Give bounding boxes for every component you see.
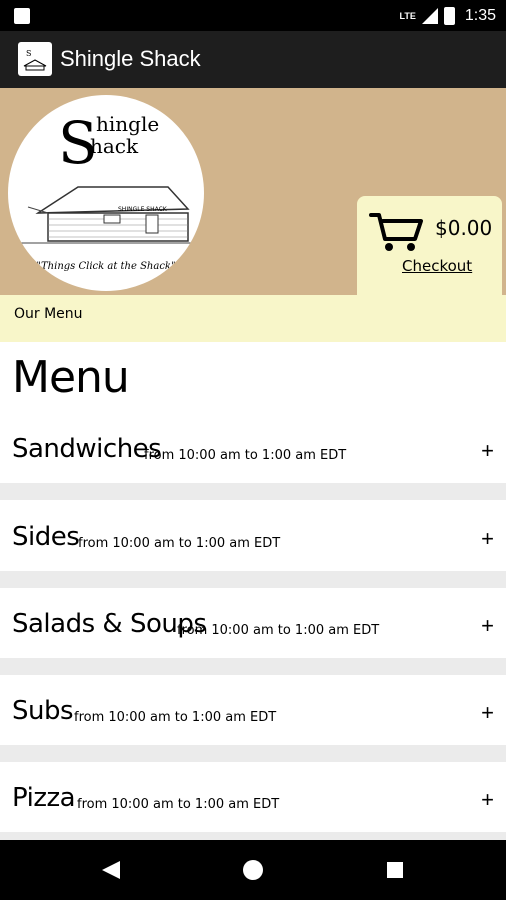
menu-section-subs[interactable]: Subs from 10:00 am to 1:00 am EDT + (0, 675, 506, 745)
svg-text:S: S (26, 49, 31, 58)
clock: 1:35 (464, 7, 496, 24)
section-hours: from 10:00 am to 1:00 am EDT (78, 536, 281, 551)
checkout-link[interactable]: Checkout (402, 257, 472, 275)
system-nav-bar (0, 840, 506, 900)
section-name: Sandwiches (12, 434, 162, 464)
section-hours: from 10:00 am to 1:00 am EDT (177, 623, 380, 638)
sim-card-icon (14, 8, 30, 24)
section-name: Sides (12, 522, 80, 552)
svg-text:"Things Click at the Shack": "Things Click at the Shack" (36, 261, 175, 272)
menu-section-sides[interactable]: Sides from 10:00 am to 1:00 am EDT + (0, 500, 506, 571)
page-title: Menu (12, 352, 130, 403)
network-type: LTE (399, 11, 416, 21)
section-hours: from 10:00 am to 1:00 am EDT (144, 448, 347, 463)
back-triangle-icon[interactable] (100, 859, 122, 881)
section-hours: from 10:00 am to 1:00 am EDT (77, 797, 280, 812)
section-name: Subs (12, 696, 74, 726)
app-logo-icon: S (18, 42, 52, 76)
svg-text:hack: hack (90, 134, 139, 158)
expand-icon[interactable]: + (481, 700, 494, 726)
breadcrumb[interactable]: Our Menu (14, 306, 83, 322)
expand-icon[interactable]: + (481, 526, 494, 552)
expand-icon[interactable]: + (481, 787, 494, 813)
battery-icon (443, 7, 455, 25)
expand-icon[interactable]: + (481, 438, 494, 464)
signal-icon (421, 8, 438, 24)
status-right: LTE 1:35 (400, 5, 496, 27)
expand-icon[interactable]: + (481, 613, 494, 639)
home-circle-icon[interactable] (242, 859, 264, 881)
menu-section-sandwiches[interactable]: Sandwiches from 10:00 am to 1:00 am EDT … (0, 420, 506, 483)
recents-square-icon[interactable] (386, 861, 404, 879)
menu-section-pizza[interactable]: Pizza from 10:00 am to 1:00 am EDT + (0, 762, 506, 832)
status-bar: LTE 1:35 (0, 0, 506, 31)
menu-section-salads-soups[interactable]: Salads & Soups from 10:00 am to 1:00 am … (0, 588, 506, 658)
shopping-cart-icon[interactable] (369, 209, 425, 255)
svg-text:hingle: hingle (96, 112, 159, 136)
app-title: Shingle Shack (60, 46, 201, 71)
svg-text:SHINGLE SHACK: SHINGLE SHACK (118, 206, 168, 213)
section-name: Pizza (12, 783, 76, 813)
app-bar: S Shingle Shack (0, 31, 506, 88)
cart-total: $0.00 (435, 216, 493, 240)
section-hours: from 10:00 am to 1:00 am EDT (74, 710, 277, 725)
restaurant-logo: S hingle hack SHINGLE SHACK "Things Clic… (8, 95, 204, 291)
